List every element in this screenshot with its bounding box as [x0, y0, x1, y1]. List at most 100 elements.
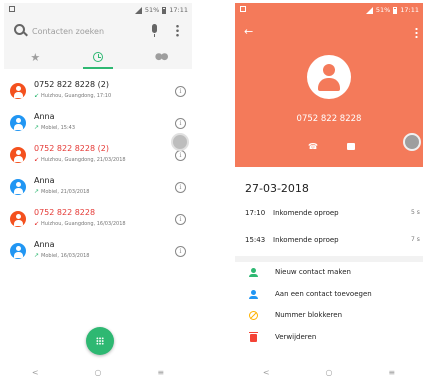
call-detail-text: Mobiel, 15:43 — [41, 125, 76, 131]
nav-recents-button[interactable]: ≡ — [157, 368, 164, 377]
contact-avatar — [10, 115, 26, 131]
search-icon[interactable] — [14, 24, 25, 35]
battery-icon — [162, 6, 167, 14]
search-bar — [4, 17, 192, 45]
dialpad-icon — [96, 337, 104, 345]
nav-back-button[interactable]: < — [263, 368, 270, 377]
call-list-item[interactable]: Anna ↗ Mobiel, 16/03/2018 i — [4, 237, 192, 269]
call-list: 0752 822 8228 (2) ↙ Huizhou, Guangdong, 17… — [4, 77, 192, 269]
more-icon[interactable] — [176, 24, 179, 37]
call-list-item[interactable]: Anna ↗ Mobiel, 15:43 i — [4, 109, 192, 141]
call-list-item[interactable]: 0752 822 8228 (2) ↙ Huizhou, Guangdong, 21… — [4, 141, 192, 173]
tab-contacts[interactable]: ●● — [129, 45, 192, 69]
call-detail: ↗ Mobiel, 15:43 — [34, 124, 75, 131]
call-log-entry: 17:10 Inkomende oproep 5 s — [235, 204, 423, 226]
signal-icon — [134, 6, 142, 14]
people-icon: ●● — [154, 52, 169, 62]
clock-time: 17:11 — [169, 6, 188, 14]
status-bar: 51% 17:11 — [4, 3, 192, 17]
call-list-item[interactable]: 0752 822 8228 ↙ Huizhou, Guangdong, 16/03/… — [4, 205, 192, 237]
create-contact-action[interactable]: Nieuw contact maken — [235, 263, 423, 285]
status-bar: 51% 17:11 — [235, 3, 423, 17]
mic-icon[interactable] — [152, 24, 157, 37]
nav-home-button[interactable]: ○ — [94, 368, 101, 377]
status-indicators: 51% 17:11 — [134, 3, 188, 17]
back-icon[interactable]: ← — [244, 25, 253, 38]
phone-icon[interactable] — [308, 142, 317, 151]
call-detail-text: Huizhou, Guangdong, 21/03/2018 — [41, 157, 126, 163]
action-label: Aan een contact toevoegen — [275, 290, 372, 298]
status-indicators: 51% 17:11 — [365, 3, 419, 17]
contact-avatar — [10, 211, 26, 227]
call-name: 0752 822 8228 (2) — [34, 80, 109, 89]
call-list-item[interactable]: 0752 822 8228 (2) ↙ Huizhou, Guangdong, 17… — [4, 77, 192, 109]
contact-number: 0752 822 8228 — [296, 114, 362, 124]
touch-indicator — [403, 133, 421, 151]
outgoing-call-icon: ↗ — [34, 188, 40, 195]
log-type: Inkomende oproep — [273, 209, 339, 217]
battery-percent: 51% — [375, 6, 391, 14]
info-icon[interactable]: i — [175, 182, 186, 193]
signal-icon — [365, 6, 373, 14]
log-type: Inkomende oproep — [273, 236, 339, 244]
star-icon: ★ — [30, 50, 41, 64]
nav-back-button[interactable]: < — [32, 368, 39, 377]
missed-call-icon: ↙ — [34, 220, 40, 227]
tab-favorites[interactable]: ★ — [4, 45, 67, 69]
call-detail-text: Mobiel, 21/03/2018 — [41, 189, 90, 195]
delete-action[interactable]: Verwijderen — [235, 328, 423, 350]
info-icon[interactable]: i — [175, 86, 186, 97]
search-input[interactable] — [32, 23, 142, 39]
missed-call-icon: ↙ — [34, 156, 40, 163]
info-icon[interactable]: i — [175, 246, 186, 257]
clock-icon — [93, 52, 103, 62]
call-detail: ↙ Huizhou, Guangdong, 16/03/2018 — [34, 220, 126, 227]
contact-avatar — [10, 243, 26, 259]
navigation-bar: < ○ ≡ — [4, 363, 192, 381]
call-name: Anna — [34, 176, 55, 185]
call-detail-text: Huizhou, Guangdong, 17:10 — [41, 93, 112, 99]
call-name: Anna — [34, 240, 55, 249]
call-log-entry: 15:43 Inkomende oproep 7 s — [235, 231, 423, 253]
message-icon[interactable] — [347, 143, 355, 150]
call-detail: ↙ Huizhou, Guangdong, 21/03/2018 — [34, 156, 126, 163]
log-duration: 5 s — [411, 209, 420, 216]
avatar-body — [318, 78, 340, 91]
section-divider — [235, 256, 423, 262]
contact-avatar — [10, 83, 26, 99]
tab-recents[interactable] — [67, 45, 130, 69]
screenshot-icon — [9, 6, 15, 12]
block-number-action[interactable]: Nummer blokkeren — [235, 306, 423, 328]
log-time: 15:43 — [245, 236, 266, 244]
log-duration: 7 s — [411, 236, 420, 243]
touch-indicator — [171, 133, 189, 151]
tab-bar: ★ ●● — [4, 45, 192, 69]
incoming-call-icon: ↙ — [34, 92, 40, 99]
nav-recents-button[interactable]: ≡ — [388, 368, 395, 377]
action-label: Verwijderen — [275, 333, 317, 341]
log-time: 17:10 — [245, 209, 266, 217]
dialpad-button[interactable] — [86, 327, 114, 355]
battery-icon — [393, 6, 398, 14]
info-icon[interactable]: i — [175, 118, 186, 129]
call-detail-screen: 51% 17:11 ← 0752 822 8228 27-03-2018 17:… — [235, 3, 423, 381]
outgoing-call-icon: ↗ — [34, 252, 40, 259]
trash-icon — [249, 332, 258, 342]
call-name: 0752 822 8228 — [34, 208, 96, 217]
contact-avatar — [10, 179, 26, 195]
info-icon[interactable]: i — [175, 150, 186, 161]
add-to-contact-action[interactable]: Aan een contact toevoegen — [235, 285, 423, 307]
call-name: Anna — [34, 112, 55, 121]
call-detail: ↙ Huizhou, Guangdong, 17:10 — [34, 92, 111, 99]
battery-percent: 51% — [144, 6, 160, 14]
call-detail: ↗ Mobiel, 16/03/2018 — [34, 252, 89, 259]
nav-home-button[interactable]: ○ — [325, 368, 332, 377]
action-label: Nummer blokkeren — [275, 311, 343, 319]
call-list-item[interactable]: Anna ↗ Mobiel, 21/03/2018 i — [4, 173, 192, 205]
call-history-screen: 51% 17:11 ★ ●● 0752 822 8228 (2)↙Huizhou… — [4, 3, 192, 381]
navigation-bar: < ○ ≡ — [235, 363, 423, 381]
more-icon[interactable] — [415, 27, 418, 38]
screenshot-icon — [240, 6, 246, 12]
info-icon[interactable]: i — [175, 214, 186, 225]
call-detail-text: Mobiel, 16/03/2018 — [41, 253, 90, 259]
